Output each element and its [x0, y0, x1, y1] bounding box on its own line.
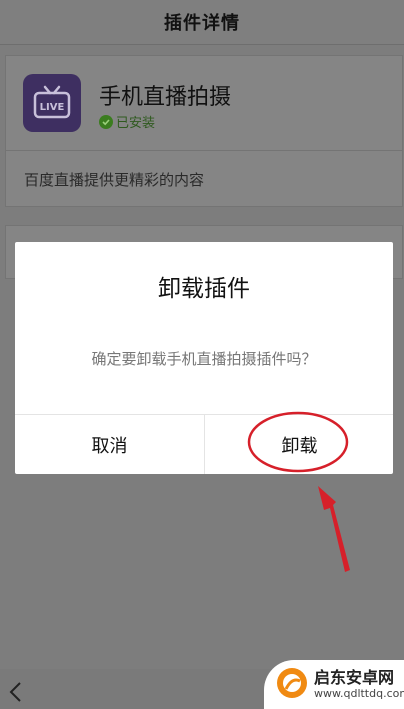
cancel-button[interactable]: 取消 [15, 415, 204, 474]
install-status: 已安装 [99, 112, 155, 131]
annotation-arrow-icon [318, 486, 350, 572]
dialog-title: 卸载插件 [158, 276, 250, 302]
svg-text:LIVE: LIVE [40, 102, 65, 113]
uninstall-button[interactable]: 卸载 [205, 415, 394, 474]
watermark-url: www.qdlttdq.com [314, 686, 404, 700]
plugin-card: LIVE 手机直播拍摄 已安装 百度直播提供更精彩的内容 [5, 55, 403, 207]
install-status-label: 已安装 [116, 116, 156, 131]
watermark-logo-icon [276, 667, 308, 703]
tv-icon: LIVE [23, 74, 81, 132]
back-arrow-icon[interactable] [8, 681, 24, 707]
plugin-description: 百度直播提供更精彩的内容 [24, 171, 205, 189]
divider [6, 150, 402, 151]
page-title: 插件详情 [164, 13, 240, 34]
dialog-message: 确定要卸载手机直播拍摄插件吗？ [91, 350, 317, 368]
watermark: 启东安卓网 www.qdlttdq.com [264, 660, 404, 709]
plugin-name: 手机直播拍摄 [99, 85, 232, 110]
page-header: 插件详情 [0, 0, 404, 45]
uninstall-dialog: 卸载插件 确定要卸载手机直播拍摄插件吗？ 取消 卸载 [15, 242, 393, 474]
check-icon [99, 114, 113, 129]
watermark-title: 启东安卓网 [314, 667, 395, 687]
